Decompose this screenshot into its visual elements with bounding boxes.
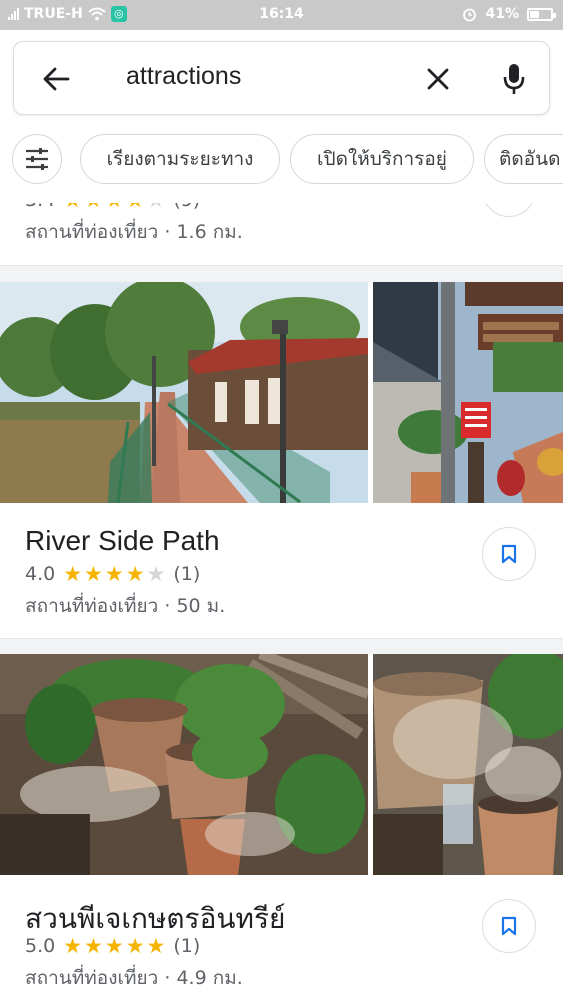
chip-open-now[interactable]: เปิดให้บริการอยู่ — [290, 134, 474, 184]
star-icon: ★ — [105, 203, 124, 211]
distance: 1.6 กม. — [176, 221, 243, 243]
distance: 4.9 กม. — [176, 967, 243, 989]
chip-top-rated[interactable]: ติดอันด — [484, 134, 563, 184]
star-icon: ★ — [125, 561, 145, 586]
save-button[interactable] — [482, 899, 536, 953]
result-card[interactable]: สวนพีเจเกษตรอินทรีย์ 5.0 ★ ★ ★ ★ ★ (1) ส… — [0, 875, 563, 1000]
place-photo[interactable] — [373, 654, 563, 875]
star-icon: ★ — [63, 933, 83, 958]
microphone-icon — [503, 64, 525, 94]
alarm-icon — [463, 8, 477, 21]
place-photo[interactable] — [0, 282, 368, 503]
filter-chips: เรียงตามระยะทาง เปิดให้บริการอยู่ ติดอัน… — [12, 134, 563, 186]
divider — [0, 638, 563, 654]
star-icon: ★ — [104, 561, 124, 586]
place-photo[interactable] — [373, 282, 563, 503]
separator: · — [164, 967, 171, 989]
star-icon: ★ — [63, 203, 82, 211]
star-icon: ★ — [147, 203, 166, 211]
rating-line: 4.0 ★ ★ ★ ★ ★ (1) — [25, 563, 200, 585]
rating-value: 3.4 — [25, 203, 55, 211]
photo-entrance-sign — [373, 282, 563, 503]
star-icon: ★ — [84, 203, 103, 211]
star-icon: ★ — [63, 561, 83, 586]
result-card[interactable]: River Side Path 4.0 ★ ★ ★ ★ ★ (1) สถานที… — [0, 503, 563, 638]
rating-value: 5.0 — [25, 935, 56, 957]
rating-line: 5.0 ★ ★ ★ ★ ★ (1) — [25, 935, 200, 957]
place-name[interactable]: River Side Path — [25, 525, 220, 557]
search-header: attractions เรียงตามระยะทาง เปิดให้บริกา… — [0, 30, 563, 203]
star-icon: ★ — [125, 933, 145, 958]
star-icon: ★ — [146, 933, 166, 958]
star-icon: ★ — [104, 933, 124, 958]
voice-search-button[interactable] — [496, 60, 532, 98]
bookmark-icon — [501, 916, 517, 936]
filters-button[interactable] — [12, 134, 62, 184]
result-meta: สถานที่ท่องเที่ยว · 1.6 กม. — [25, 217, 243, 247]
star-icon: ★ — [126, 203, 145, 211]
star-icon: ★ — [84, 933, 103, 958]
category: สถานที่ท่องเที่ยว — [25, 967, 159, 989]
star-icon: ★ — [146, 561, 166, 586]
rating-value: 4.0 — [25, 563, 56, 585]
status-right: 41% — [462, 6, 556, 22]
review-count: (9) — [173, 203, 200, 211]
battery-percent: 41% — [485, 6, 519, 22]
battery-icon — [527, 7, 556, 21]
status-bar: TRUE-H ◎ 16:14 41% — [0, 0, 563, 30]
review-count: (1) — [173, 935, 201, 957]
search-bar[interactable]: attractions — [13, 41, 550, 115]
category: สถานที่ท่องเที่ยว — [25, 221, 159, 243]
tune-icon — [26, 148, 48, 170]
distance: 50 ม. — [176, 595, 226, 617]
review-count: (1) — [173, 563, 201, 585]
separator: · — [164, 221, 171, 243]
clear-search-button[interactable] — [420, 62, 456, 96]
photo-river-walkway — [0, 282, 368, 503]
photo-potted-plants — [0, 654, 368, 875]
save-button[interactable] — [482, 203, 536, 217]
divider — [0, 265, 563, 282]
place-photo[interactable] — [0, 654, 368, 875]
rating-line: 3.4 ★ ★ ★ ★ ★ (9) — [25, 203, 200, 211]
search-input[interactable]: attractions — [126, 62, 241, 91]
star-icon: ★ — [84, 561, 103, 586]
result-meta: สถานที่ท่องเที่ยว · 50 ม. — [25, 591, 225, 621]
chip-sort-distance[interactable]: เรียงตามระยะทาง — [80, 134, 280, 184]
result-meta: สถานที่ท่องเที่ยว · 4.9 กม. — [25, 963, 243, 993]
close-icon — [427, 68, 449, 90]
separator: · — [164, 595, 171, 617]
bookmark-icon — [501, 544, 517, 564]
photo-flowering-plant — [373, 654, 563, 875]
result-card-partial[interactable]: 3.4 ★ ★ ★ ★ ★ (9) สถานที่ท่องเที่ยว · 1.… — [0, 203, 563, 265]
back-button[interactable] — [38, 63, 74, 95]
category: สถานที่ท่องเที่ยว — [25, 595, 159, 617]
arrow-back-icon — [43, 67, 70, 91]
save-button[interactable] — [482, 527, 536, 581]
